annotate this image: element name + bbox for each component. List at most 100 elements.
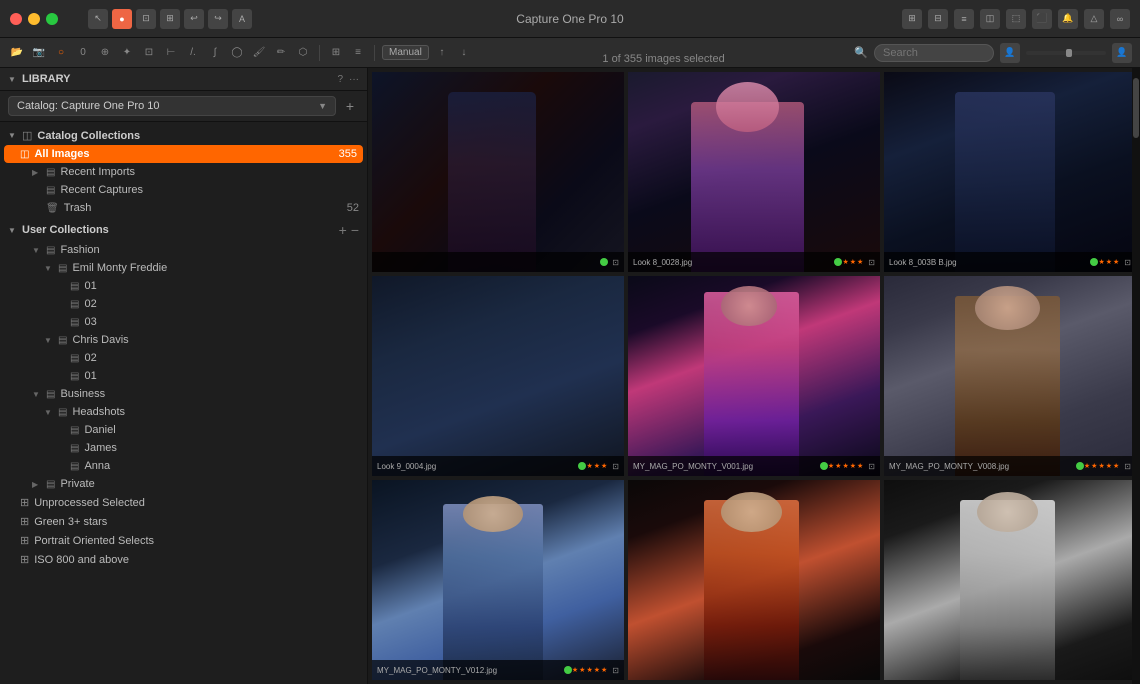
sidebar-item-emil-monty-freddie[interactable]: ▼ ▤ Emil Monty Freddie [0, 259, 367, 277]
tool-text[interactable]: A [232, 9, 252, 29]
sidebar-item-folder-01b[interactable]: ▶ ▤ 01 [0, 367, 367, 385]
tool-more2[interactable]: △ [1084, 9, 1104, 29]
sidebar-item-fashion[interactable]: ▼ ▤ Fashion [0, 241, 367, 259]
sidebar-item-private[interactable]: ▶ ▤ Private [0, 475, 367, 493]
sidebar-more-icon[interactable]: ··· [349, 74, 359, 85]
tool-color[interactable]: ● [112, 9, 132, 29]
sidebar-item-folder-01a[interactable]: ▶ ▤ 01 [0, 277, 367, 295]
tool-adjust5[interactable]: ∫ [206, 44, 224, 62]
cell-overlay-1: ⊡ [372, 252, 624, 272]
tool-adjust1[interactable]: ✦ [118, 44, 136, 62]
tool-view5[interactable]: ⬚ [1006, 9, 1026, 29]
tool-paste[interactable]: ⊞ [160, 9, 180, 29]
tool-shape[interactable]: ⬡ [294, 44, 312, 62]
f02a-icon: ▤ [70, 299, 79, 310]
image-cell-3[interactable]: Look 8_003B B.jpg ★★★ ⊡ [884, 72, 1136, 272]
sidebar-item-daniel[interactable]: ▶ ▤ Daniel [0, 421, 367, 439]
tool-redo[interactable]: ↪ [208, 9, 228, 29]
tool-capture-icon[interactable]: 📷 [30, 44, 48, 62]
close-button[interactable] [10, 13, 22, 25]
sidebar-collapse-chevron[interactable]: ▼ [8, 75, 18, 84]
minimize-button[interactable] [28, 13, 40, 25]
tool-sort-asc[interactable]: ↑ [433, 44, 451, 62]
sidebar: ▼ LIBRARY ? ··· Catalog: Capture One Pro… [0, 68, 368, 684]
sidebar-item-folder-02a[interactable]: ▶ ▤ 02 [0, 295, 367, 313]
tool-adjust3[interactable]: ⊢ [162, 44, 180, 62]
tool-more1[interactable]: 🔔 [1058, 9, 1078, 29]
catalog-collections-section: ▼ ◫ Catalog Collections ◫ All Images 355… [0, 126, 367, 217]
tool-view1[interactable]: ⊞ [902, 9, 922, 29]
tool-adjust6[interactable]: ◯ [228, 44, 246, 62]
cell-dot-5 [820, 462, 828, 470]
scrollbar-thumb[interactable] [1133, 78, 1139, 138]
tool-copy[interactable]: ⊡ [136, 9, 156, 29]
recent-imports-chevron: ▶ [32, 168, 42, 177]
sidebar-item-trash[interactable]: ▶ 🗑 Trash 52 [0, 199, 367, 217]
sidebar-item-portrait-oriented-selects[interactable]: ⊞ Portrait Oriented Selects [0, 531, 367, 550]
user-collections-actions: + − [339, 222, 359, 238]
tool-undo[interactable]: ↩ [184, 9, 204, 29]
tool-adjust4[interactable]: /. [184, 44, 202, 62]
anna-icon: ▤ [70, 461, 79, 472]
toolbar-tools: ↖ ● ⊡ ⊞ ↩ ↪ A [88, 9, 252, 29]
image-cell-6[interactable]: MY_MAG_PO_MONTY_V008.jpg ★★★★★ ⊡ [884, 276, 1136, 476]
sidebar-item-recent-captures[interactable]: ▶ ▤ Recent Captures [0, 181, 367, 199]
catalog-selector: Catalog: Capture One Pro 10 ▼ + [0, 91, 367, 122]
sidebar-item-unprocessed-selected[interactable]: ⊞ Unprocessed Selected [0, 493, 367, 512]
sidebar-item-all-images[interactable]: ◫ All Images 355 [4, 145, 363, 163]
mode-badge[interactable]: Manual [382, 45, 429, 60]
catalog-collections-header[interactable]: ▼ ◫ Catalog Collections [0, 126, 367, 145]
separator-1 [319, 45, 320, 61]
catalog-dropdown[interactable]: Catalog: Capture One Pro 10 ▼ [8, 96, 336, 116]
image-grid: ⊡ Look 8_0028.jpg ★★★ ⊡ [368, 68, 1140, 684]
tool-cursor[interactable]: ↖ [88, 9, 108, 29]
dropdown-chevron: ▼ [318, 101, 327, 111]
sidebar-item-folder-03[interactable]: ▶ ▤ 03 [0, 313, 367, 331]
sidebar-help-icon[interactable]: ? [337, 74, 343, 85]
user-collections-header[interactable]: ▼ User Collections + − [0, 219, 367, 241]
tool-view6[interactable]: ⬛ [1032, 9, 1052, 29]
tool-crop[interactable]: ⊕ [96, 44, 114, 62]
tool-o[interactable]: ○ [52, 44, 70, 62]
fullscreen-button[interactable] [46, 13, 58, 25]
tool-view3[interactable]: ≡ [954, 9, 974, 29]
tool-sort-desc[interactable]: ↓ [455, 44, 473, 62]
tool-pen[interactable]: ✏ [272, 44, 290, 62]
user-icon[interactable]: 👤 [1000, 43, 1020, 63]
tool-tag[interactable]: 0 [74, 44, 92, 62]
tool-grid[interactable]: ⊞ [327, 44, 345, 62]
content-scrollbar[interactable] [1132, 68, 1140, 684]
zoom-slider[interactable] [1026, 51, 1106, 55]
image-cell-1[interactable]: ⊡ [372, 72, 624, 272]
sidebar-item-chris-davis[interactable]: ▼ ▤ Chris Davis [0, 331, 367, 349]
sidebar-item-iso-800[interactable]: ⊞ ISO 800 and above [0, 550, 367, 569]
tool-more3[interactable]: ∞ [1110, 9, 1130, 29]
sidebar-item-recent-imports[interactable]: ▶ ▤ Recent Imports [0, 163, 367, 181]
tool-adjust2[interactable]: ⊡ [140, 44, 158, 62]
tool-view4[interactable]: ◫ [980, 9, 1000, 29]
image-cell-2[interactable]: Look 8_0028.jpg ★★★ ⊡ [628, 72, 880, 272]
user-icon-2[interactable]: 👤 [1112, 43, 1132, 63]
sidebar-item-anna[interactable]: ▶ ▤ Anna [0, 457, 367, 475]
sidebar-item-green-3-stars[interactable]: ⊞ Green 3+ stars [0, 512, 367, 531]
user-collections-add[interactable]: + [339, 222, 347, 238]
image-cell-4[interactable]: Look 9_0004.jpg ★★★ ⊡ [372, 276, 624, 476]
sidebar-item-james[interactable]: ▶ ▤ James [0, 439, 367, 457]
sidebar-item-business[interactable]: ▼ ▤ Business [0, 385, 367, 403]
image-cell-5[interactable]: MY_MAG_PO_MONTY_V001.jpg ★★★★★ ⊡ [628, 276, 880, 476]
tool-list[interactable]: ≡ [349, 44, 367, 62]
image-cell-8[interactable] [628, 480, 880, 680]
tool-library-icon[interactable]: 📂 [8, 44, 26, 62]
daniel-icon: ▤ [70, 425, 79, 436]
james-icon: ▤ [70, 443, 79, 454]
tool-brush[interactable]: 🖌 [250, 44, 268, 62]
user-collections-remove[interactable]: − [351, 222, 359, 238]
sidebar-item-headshots[interactable]: ▼ ▤ Headshots [0, 403, 367, 421]
image-cell-9[interactable] [884, 480, 1136, 680]
tool-view2[interactable]: ⊟ [928, 9, 948, 29]
image-cell-7[interactable]: MY_MAG_PO_MONTY_V012.jpg ★★★★★ ⊡ [372, 480, 624, 680]
search-input[interactable] [874, 44, 994, 62]
emf-icon: ▤ [58, 263, 67, 274]
sidebar-item-folder-02b[interactable]: ▶ ▤ 02 [0, 349, 367, 367]
catalog-add-button[interactable]: + [341, 97, 359, 115]
